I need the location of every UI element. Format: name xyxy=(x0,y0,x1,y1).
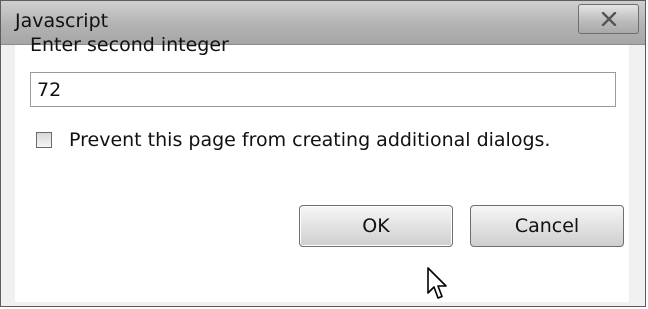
prevent-dialogs-label[interactable]: Prevent this page from creating addition… xyxy=(69,129,550,151)
cancel-button[interactable]: Cancel xyxy=(470,205,624,247)
ok-button[interactable]: OK xyxy=(299,205,453,247)
mouse-pointer-icon xyxy=(427,267,447,299)
integer-input[interactable] xyxy=(30,72,616,107)
close-button[interactable] xyxy=(578,4,639,34)
javascript-prompt-dialog: Javascript Enter second integer Prevent … xyxy=(0,0,646,307)
dialog-title: Javascript xyxy=(15,10,109,32)
prevent-dialogs-checkbox[interactable] xyxy=(36,132,52,148)
close-icon xyxy=(601,12,617,26)
prompt-label: Enter second integer xyxy=(30,34,229,56)
prevent-dialogs-option[interactable]: Prevent this page from creating addition… xyxy=(36,128,550,152)
